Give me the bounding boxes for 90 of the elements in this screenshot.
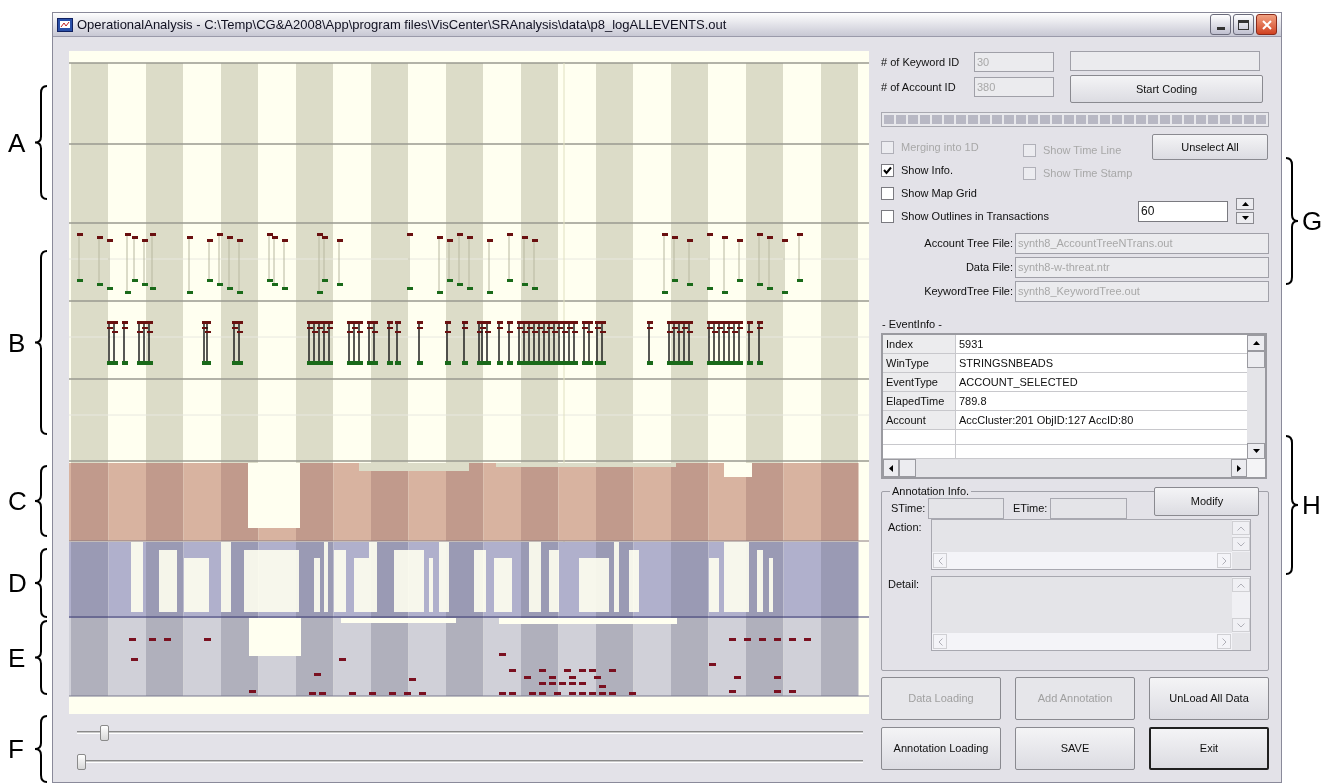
table-cell: WinType [883,354,956,372]
field-label: Account Tree File: [923,236,1013,252]
down-arrow-icon [1241,216,1249,220]
number-field[interactable]: 60 [1138,200,1228,222]
table-cell: Index [883,335,956,353]
scrollbar[interactable] [932,552,1232,569]
checkbox-label: Show Outlines in Transactions [901,209,1049,225]
scrollbar-thumb[interactable] [899,459,916,477]
field-label: ETime: [1013,501,1048,517]
up-chevron-icon [1237,525,1245,531]
table-cell: 5931 [956,335,1247,353]
app-icon [57,17,73,32]
close-button[interactable] [1256,14,1277,35]
field-label: Action: [887,520,923,535]
annotation-label: G [1302,208,1323,234]
spin-up-button[interactable] [1236,198,1254,210]
right-arrow-icon [1237,464,1241,472]
annotation-label: A [8,129,26,156]
button[interactable]: Modify [1154,487,1260,516]
slider-track[interactable] [77,754,863,770]
checkbox-label: Show Info. [901,163,953,179]
annotation-label: F [8,736,24,762]
group-title: Annotation Info. [890,484,972,498]
scrollbar[interactable] [883,459,1247,477]
table-cell: EventType [883,373,956,391]
text-field[interactable] [1070,51,1260,71]
button[interactable]: Exit [1149,727,1269,770]
field-label: # of Keyword ID [881,54,961,70]
up-arrow-icon [1252,341,1260,345]
maximize-button[interactable] [1233,14,1254,35]
field-label: KeywordTree File: [923,284,1013,300]
brace-drawing [34,465,48,537]
slider-thumb[interactable] [100,725,110,741]
button[interactable]: Start Coding [1070,75,1263,103]
table-cell: Account [883,411,956,429]
section-title: - EventInfo - [882,318,943,330]
brace-drawing [34,715,48,783]
table-cell: STRINGSNBEADS [956,354,1247,372]
button[interactable]: SAVE [1015,727,1135,770]
button[interactable]: Unselect All [1152,134,1268,160]
checkbox-label: Merging into 1D [901,140,979,156]
right-chevron-icon [1221,637,1227,646]
right-chevron-icon [1221,556,1227,565]
table-cell: 789.8 [956,392,1247,410]
annotation-label: E [8,644,26,671]
scrollbar[interactable] [1232,520,1250,552]
scrollbar[interactable] [1232,577,1250,633]
table-cell: ACCOUNT_SELECTED [956,373,1247,391]
minimize-button[interactable] [1210,14,1231,35]
field-label: STime: [890,501,925,517]
input-field[interactable] [1050,498,1128,519]
slider-track[interactable] [77,725,863,741]
down-chevron-icon [1237,622,1245,628]
table-cell: ElapedTime [883,392,956,410]
annotation-label: B [8,329,26,356]
brace-drawing [34,548,48,618]
checkbox-label: Show Time Line [1043,143,1122,159]
down-arrow-icon [1252,449,1260,453]
field-label: Detail: [887,577,921,592]
checkbox[interactable] [881,210,894,223]
checkbox-label: Show Map Grid [901,186,977,202]
checkbox[interactable] [881,187,894,200]
scrollbar[interactable] [1247,335,1265,459]
spin-down-button[interactable] [1236,212,1254,224]
minimize-icon [1216,27,1225,30]
maximize-icon [1238,19,1249,30]
table-cell: AccCluster:201 ObjID:127 AccID:80 [956,411,1247,429]
window-title: OperationalAnalysis - C:\Temp\CG&A2008\App\program files\VisCenter\SRAnalysis\data\p8_logALLEVENTS.out [77,15,727,34]
button[interactable]: Annotation Loading [881,727,1001,770]
checkbox-label: Show Time Stamp [1043,166,1133,182]
annotation-label: H [1302,492,1321,518]
slider-thumb[interactable] [77,754,86,770]
checkbox[interactable] [881,164,894,177]
text-area[interactable] [931,576,1251,651]
close-icon [1261,19,1272,30]
up-arrow-icon [1241,202,1249,206]
input-field[interactable] [928,498,1004,519]
field-label: Data File: [964,260,1013,276]
annotation-label: C [8,488,27,514]
field-label: # of Account ID [881,79,957,95]
annotation-label: D [8,570,27,596]
scrollbar[interactable] [932,633,1232,650]
down-chevron-icon [1237,541,1245,547]
button[interactable]: UnLoad All Data [1149,677,1269,720]
up-chevron-icon [1237,582,1245,588]
left-chevron-icon [937,637,943,646]
left-chevron-icon [937,556,943,565]
scrollbar-thumb[interactable] [1247,351,1265,368]
left-arrow-icon [889,464,893,472]
text-area[interactable] [931,519,1251,570]
